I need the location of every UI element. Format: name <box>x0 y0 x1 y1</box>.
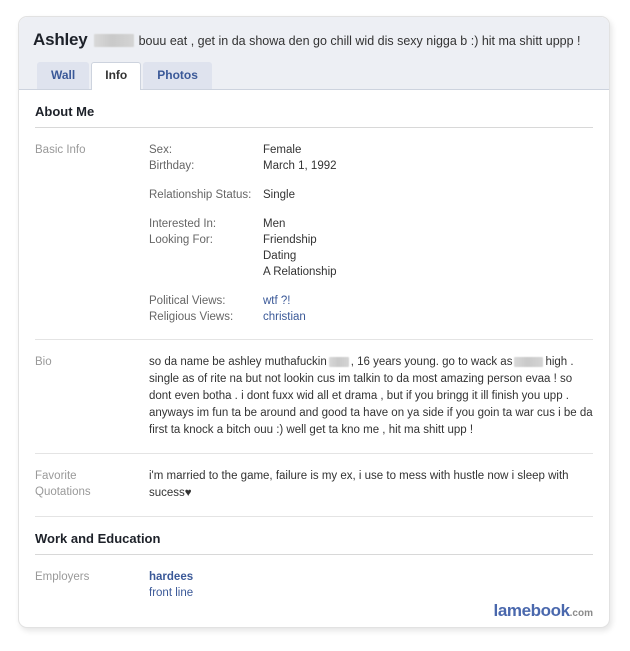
field-key-spacer-1 <box>149 248 263 264</box>
bio-text-part-1: so da name be ashley muthafuckin <box>149 356 327 368</box>
profile-header: Ashley bouu eat , get in da showa den go … <box>19 17 609 90</box>
field-political-views: Political Views: wtf ?! <box>149 293 593 309</box>
field-value-sex: Female <box>263 144 302 156</box>
lamebook-watermark: lamebook.com <box>494 601 594 621</box>
section-title-about-me: About Me <box>35 90 593 128</box>
field-key-sex: Sex: <box>149 144 173 156</box>
field-value-relationship-status: Single <box>263 189 295 201</box>
field-value-political-views[interactable]: wtf ?! <box>263 293 290 309</box>
row-bio: Bio so da name be ashley muthafuckin , 16… <box>35 340 593 454</box>
field-relationship-status: Relationship Status: Single <box>149 187 593 203</box>
employer-role: front line <box>149 587 194 599</box>
redacted-surname-block <box>93 34 134 48</box>
tab-info[interactable]: Info <box>91 62 142 90</box>
row-label-basic-info: Basic Info <box>35 144 86 156</box>
row-label-bio: Bio <box>35 356 52 368</box>
tab-photos[interactable]: Photos <box>143 62 212 89</box>
field-looking-for-extra-dating: Dating <box>149 248 593 264</box>
field-key-religious-views: Religious Views: <box>149 311 234 323</box>
field-key-political-views: Political Views: <box>149 295 226 307</box>
profile-status-line: Ashley bouu eat , get in da showa den go … <box>33 31 595 61</box>
field-group-views: Political Views: wtf ?! Religious Views:… <box>149 293 593 325</box>
row-basic-info: Basic Info Sex: Female Birthday: March 1… <box>35 128 593 340</box>
profile-card: Ashley bouu eat , get in da showa den go … <box>18 16 610 628</box>
redacted-bio-block-2 <box>514 357 544 368</box>
profile-tab-strip: Wall Info Photos <box>37 61 595 90</box>
field-looking-for: Looking For: Friendship <box>149 232 593 248</box>
row-label-favorite-quotations-line-2: Quotations <box>35 486 91 498</box>
field-looking-for-extra-relationship: A Relationship <box>149 264 593 280</box>
row-label-favorite-quotations: Favorite Quotations <box>35 468 149 502</box>
watermark-tld: .com <box>569 608 593 619</box>
profile-content: About Me Basic Info Sex: Female Birthday… <box>19 90 609 625</box>
row-favorite-quotations: Favorite Quotations i'm married to the g… <box>35 454 593 517</box>
field-value-looking-for-dating: Dating <box>263 250 297 262</box>
favorite-quotations-text: i'm married to the game, failure is my e… <box>149 470 569 499</box>
field-group-relationship: Relationship Status: Single <box>149 187 593 203</box>
favorite-quotations-body: i'm married to the game, failure is my e… <box>149 468 593 502</box>
field-key-relationship-status: Relationship Status: <box>149 189 252 201</box>
watermark-brand: lamebook <box>493 601 571 620</box>
field-key-looking-for: Looking For: <box>149 234 213 246</box>
row-label-favorite-quotations-line-1: Favorite <box>35 470 77 482</box>
field-key-birthday: Birthday: <box>149 160 195 172</box>
bio-text: so da name be ashley muthafuckin , 16 yea… <box>149 354 593 439</box>
field-value-religious-views[interactable]: christian <box>263 309 306 325</box>
field-religious-views: Religious Views: christian <box>149 309 593 325</box>
employers-body: hardees front line <box>149 569 593 601</box>
field-group-interests: Interested In: Men Looking For: Friendsh… <box>149 216 593 280</box>
bio-body: so da name be ashley muthafuckin , 16 yea… <box>149 354 593 439</box>
field-value-looking-for: Friendship <box>263 234 317 246</box>
field-key-interested-in: Interested In: <box>149 218 217 230</box>
bio-text-part-2: , 16 years young. go to wack as <box>350 356 513 368</box>
field-value-birthday: March 1, 1992 <box>263 160 337 172</box>
row-label-employers: Employers <box>35 571 90 583</box>
field-interested-in: Interested In: Men <box>149 216 593 232</box>
section-title-work-and-education: Work and Education <box>35 517 593 555</box>
tab-wall[interactable]: Wall <box>37 62 90 89</box>
field-key-spacer-2 <box>149 264 263 280</box>
field-value-looking-for-relationship: A Relationship <box>263 266 337 278</box>
profile-name[interactable]: Ashley <box>33 31 88 49</box>
field-group-identity: Sex: Female Birthday: March 1, 1992 <box>149 142 593 174</box>
basic-info-fields: Sex: Female Birthday: March 1, 1992 Rela… <box>149 142 593 325</box>
redacted-bio-block-1 <box>328 357 349 368</box>
field-birthday: Birthday: March 1, 1992 <box>149 158 593 174</box>
field-value-interested-in: Men <box>263 218 286 230</box>
employer-name[interactable]: hardees <box>149 569 593 585</box>
bio-text-part-3: high . single as of rite na but not look… <box>149 356 593 436</box>
field-sex: Sex: Female <box>149 142 593 158</box>
profile-status-text: bouu eat , get in da showa den go chill … <box>138 34 581 48</box>
